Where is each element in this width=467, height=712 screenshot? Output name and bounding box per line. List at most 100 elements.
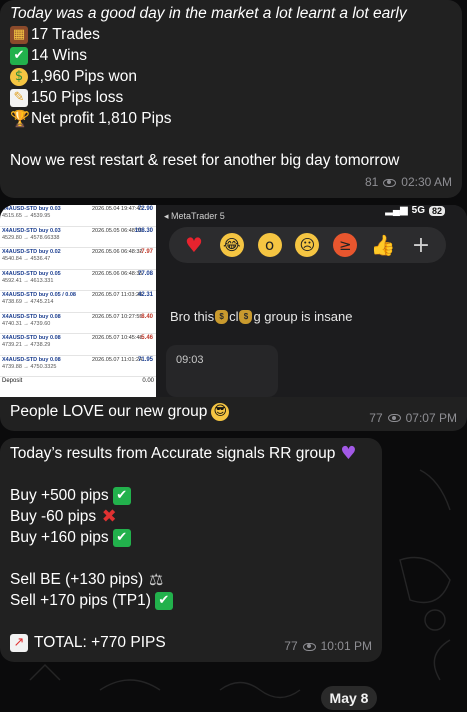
purple-heart-icon: ♥ — [340, 443, 357, 464]
battery-icon: 82 — [428, 205, 445, 216]
plus-icon: + — [411, 232, 431, 258]
money-bag-icon: $ — [215, 309, 229, 324]
view-count: 81 — [364, 175, 379, 189]
message-time: 02:30 AM — [401, 175, 452, 189]
cross-mark-icon: ✖ — [101, 505, 117, 527]
total-text: TOTAL: +770 PIPS — [34, 634, 166, 651]
surprised-face-icon: o — [257, 233, 282, 257]
trade-prices: 4739.88 → 4750.3325 — [2, 363, 57, 370]
trade-profit: 108.30 — [134, 227, 153, 234]
message-meta: 77 07:07 PM — [369, 411, 457, 425]
trade-row: X4AUSD-STD buy 0.05 4592.41 → 4613.331 202… — [0, 270, 156, 291]
trade-row: X4AUSD-STD buy 0.08 4739.21 → 4738.29 2026… — [0, 334, 156, 356]
trade-profit: -7.97 — [139, 249, 153, 255]
trade-date: 2026.05.04 19:47:40 — [92, 206, 143, 212]
phone-status-bar: ▂▄▆ 5G 82 — [385, 205, 445, 216]
trade-date: 2026.05.07 10:27:55 — [92, 313, 143, 320]
trade-side: buy 0.08 — [38, 313, 61, 320]
angry-face-icon: ≥ — [333, 233, 358, 257]
message-title: Today’s results from Accurate signals RR… — [10, 443, 372, 464]
result-text: Buy +500 pips — [10, 487, 109, 504]
result-text: Buy -60 pips — [10, 508, 97, 525]
network-label: 5G — [411, 205, 425, 216]
trade-date: 2026.05.07 11:01:24 — [92, 356, 143, 363]
phone-chat-message: Bro this $ cl $ g group is insane — [170, 309, 353, 324]
title-text: Today’s results from Accurate signals RR… — [10, 445, 336, 462]
message-meta: 81 02:30 AM — [365, 172, 452, 193]
chart-increasing-icon: ↗ — [10, 633, 28, 652]
message-title: Today was a good day in the market a lot… — [10, 5, 407, 22]
trade-side: buy 0.08 — [38, 335, 61, 341]
thumbs-up-icon: 👍 — [370, 233, 396, 257]
trade-date: 2026.05.07 10:45:48 — [92, 335, 143, 341]
result-text: Sell BE (+130 pips) — [10, 571, 144, 588]
trade-prices: 4529.80 → 4578.66338 — [2, 234, 60, 241]
message-bubble-media[interactable]: X4AUSD-STD buy 0.03 4515.65 → 4539.95 2026… — [0, 205, 467, 431]
laughing-face-icon: 😂 — [219, 233, 244, 257]
summary-line-net-profit: 🏆 Net profit 1,810 Pips — [10, 108, 452, 129]
summary-text: 1,960 Pips won — [31, 68, 137, 85]
summary-text: Net profit 1,810 Pips — [31, 110, 172, 127]
check-mark-icon: ✔ — [10, 46, 28, 65]
trade-profit: 71.95 — [137, 356, 153, 363]
trade-side: buy 0.05 / 0.08 — [38, 292, 76, 298]
eye-icon — [387, 414, 401, 422]
trade-prices: 4515.65 → 4539.95 — [2, 213, 51, 219]
trade-row: X4AUSD-STD buy 0.03 4515.65 → 4539.95 2026… — [0, 205, 156, 227]
message-closing-text: Now we rest restart & reset for another … — [10, 152, 400, 169]
check-mark-icon: ✔ — [112, 528, 131, 547]
trade-profit: -8.40 — [139, 313, 153, 320]
trade-row: X4AUSD-STD buy 0.08 4740.31 → 4739.60 2026… — [0, 313, 156, 334]
trade-side: buy 0.03 — [38, 227, 61, 234]
eye-icon — [302, 642, 316, 651]
phone-screenshot[interactable]: ◂ MetaTrader 5 ▂▄▆ 5G 82 ♥ 😂 o ☹ ≥ 👍 + B… — [156, 205, 467, 397]
trade-profit: 72.90 — [137, 206, 153, 212]
trade-side: buy 0.03 — [38, 206, 61, 212]
message-time: 10:01 PM — [320, 639, 372, 653]
result-line: Sell BE (+130 pips) ⚖ — [10, 569, 372, 590]
trade-symbol: X4AUSD-STD — [2, 356, 38, 363]
summary-text: 17 Trades — [31, 26, 100, 43]
signal-bars-icon: ▂▄▆ — [385, 205, 408, 216]
trade-row: X4AUSD-STD buy 0.08 4739.88 → 4750.3325 20… — [0, 356, 156, 377]
message-bubble-daily-summary[interactable]: Today was a good day in the market a lot… — [0, 0, 462, 198]
trade-profit: -5.46 — [139, 335, 153, 341]
deposit-row: Deposit 0.00 — [0, 377, 156, 385]
summary-line-wins: ✔ 14 Wins — [10, 45, 452, 66]
phone-reply-card: 09:03 — [166, 345, 278, 397]
memo-icon: ✎ — [10, 88, 28, 107]
trade-symbol: X4AUSD-STD — [2, 292, 38, 298]
result-line: Buy +500 pips ✔ — [10, 485, 372, 506]
trade-side: buy 0.02 — [38, 249, 61, 255]
result-line: Buy -60 pips ✖ — [10, 506, 372, 527]
check-mark-icon: ✔ — [154, 591, 173, 610]
summary-line-trades: ▦ 17 Trades — [10, 24, 452, 45]
date-separator: May 8 — [321, 686, 377, 710]
deposit-label: Deposit — [2, 378, 23, 384]
trade-prices: 4740.31 → 4739.60 — [2, 320, 51, 327]
message-time: 07:07 PM — [405, 411, 457, 425]
trade-row: X4AUSD-STD buy 0.05 / 0.08 4738.69 → 4745… — [0, 291, 156, 313]
view-count: 77 — [284, 639, 298, 653]
trade-history-screenshot[interactable]: X4AUSD-STD buy 0.03 4515.65 → 4539.95 2026… — [0, 205, 156, 397]
trade-symbol: X4AUSD-STD — [2, 227, 38, 234]
trade-symbol: X4AUSD-STD — [2, 206, 38, 212]
phone-message-time: 09:03 — [176, 354, 204, 366]
view-count: 77 — [369, 411, 383, 425]
trade-symbol: X4AUSD-STD — [2, 249, 38, 255]
check-mark-icon: ✔ — [112, 486, 131, 505]
trade-prices: 4592.41 → 4613.331 — [2, 277, 54, 284]
trade-prices: 4739.21 → 4738.29 — [2, 342, 51, 348]
summary-text: 14 Wins — [31, 47, 87, 64]
summary-line-pips-won: $ 1,960 Pips won — [10, 66, 452, 87]
trophy-icon: 🏆 — [10, 108, 30, 128]
trade-prices: 4738.69 → 4745.214 — [2, 299, 54, 305]
trade-side: buy 0.05 — [38, 270, 61, 277]
trade-side: buy 0.08 — [38, 356, 61, 363]
result-line: Buy +160 pips ✔ — [10, 527, 372, 548]
summary-line-pips-loss: ✎ 150 Pips loss — [10, 87, 452, 108]
media-caption: People LOVE our new group 😎 — [10, 403, 232, 421]
reaction-bar: ♥ 😂 o ☹ ≥ 👍 + — [169, 227, 446, 263]
trade-profit: 77.08 — [137, 270, 153, 277]
message-bubble-signal-results[interactable]: Today’s results from Accurate signals RR… — [0, 438, 382, 662]
